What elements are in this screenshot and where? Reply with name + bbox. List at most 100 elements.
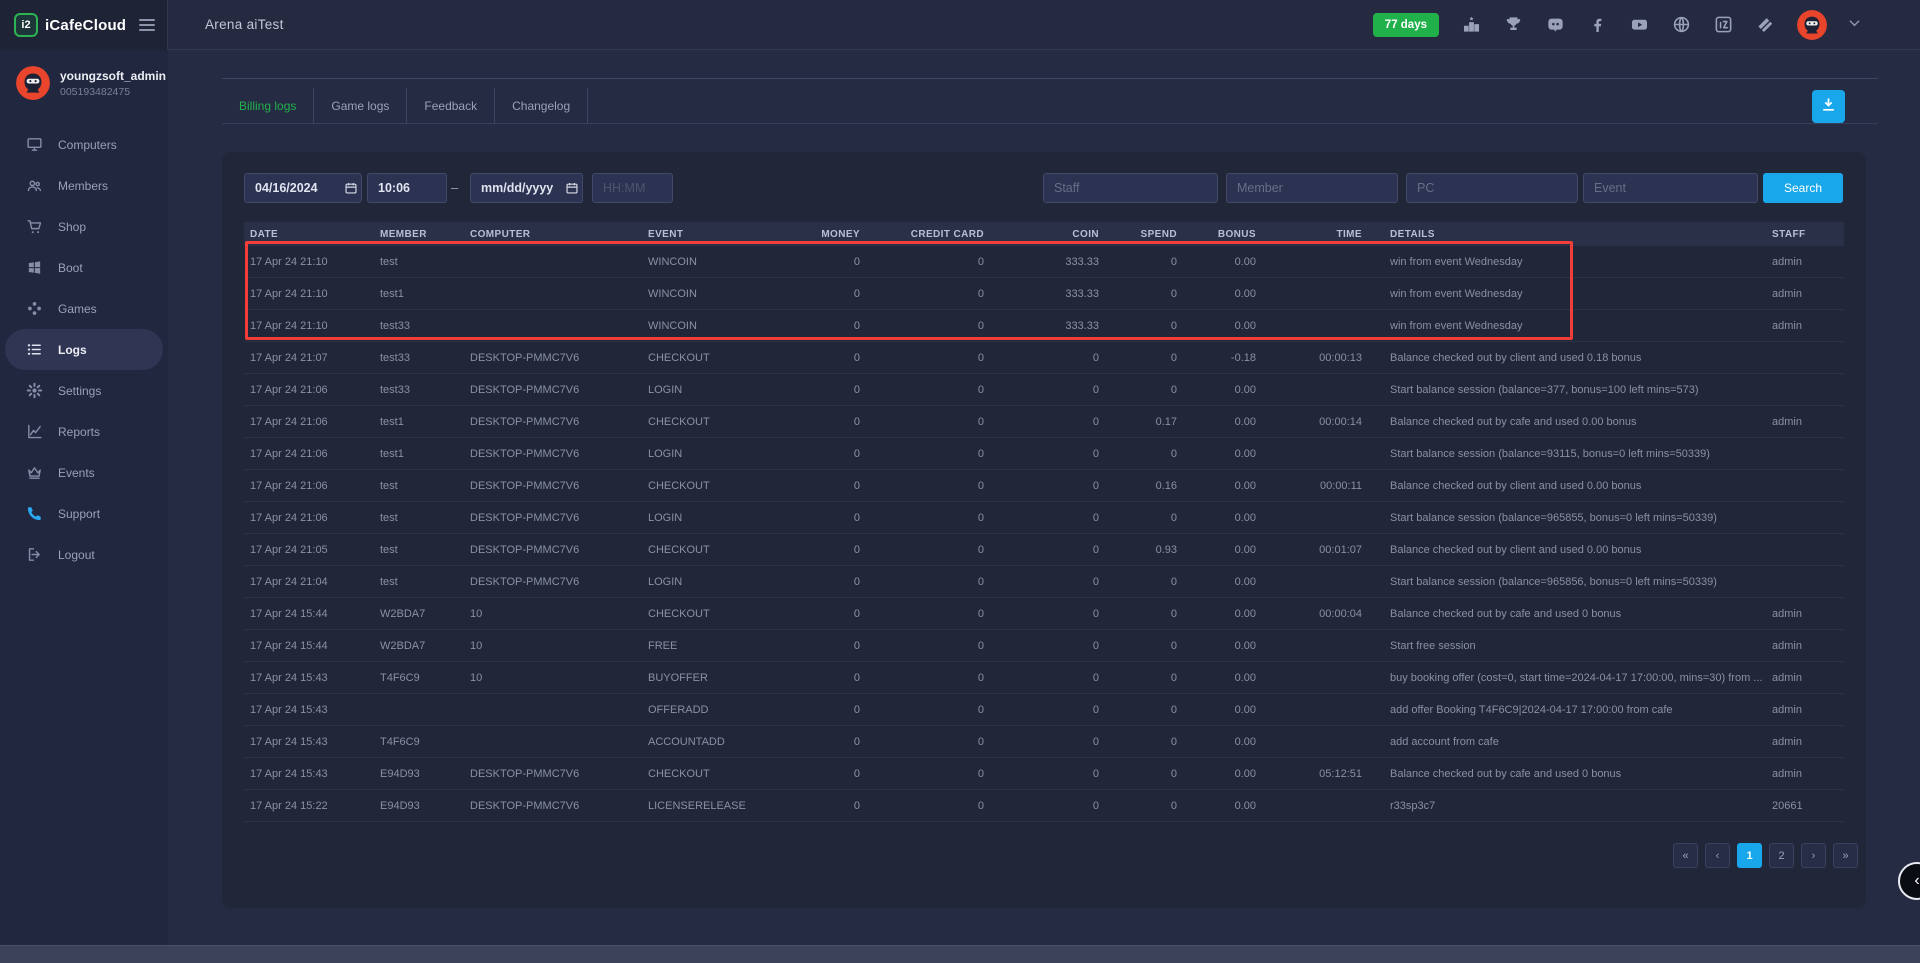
cell-member: test — [380, 544, 470, 556]
cell-coin: 0 — [990, 640, 1105, 652]
discord-icon[interactable] — [1545, 15, 1565, 35]
cell-staff: admin — [1770, 768, 1844, 780]
layers-icon[interactable] — [1755, 15, 1775, 35]
facebook-icon[interactable] — [1587, 15, 1607, 35]
main-content: Billing logsGame logsFeedbackChangelog –… — [168, 50, 1920, 945]
tab-game-logs[interactable]: Game logs — [314, 88, 406, 123]
date-from-input[interactable] — [244, 173, 362, 203]
cell-staff: admin — [1770, 736, 1844, 748]
icafe-logo-icon[interactable] — [1713, 15, 1733, 35]
download-button[interactable] — [1812, 90, 1845, 123]
sidebar-item-label: Events — [58, 466, 95, 480]
cell-computer: DESKTOP-PMMC7V6 — [470, 384, 648, 396]
pagination: « ‹ 12 › » — [1673, 843, 1858, 868]
hamburger-menu-icon[interactable] — [139, 19, 155, 31]
column-header-member: MEMBER — [380, 229, 470, 240]
sidebar-item-label: Computers — [58, 138, 117, 152]
sidebar-item-computers[interactable]: Computers — [0, 124, 168, 165]
range-separator: – — [451, 180, 458, 195]
date-to-input[interactable] — [470, 173, 583, 203]
sidebar-item-settings[interactable]: Settings — [0, 370, 168, 411]
sidebar-item-members[interactable]: Members — [0, 165, 168, 206]
table-row: 17 Apr 24 15:43T4F6C9ACCOUNTADD00000.00a… — [244, 726, 1844, 758]
cell-spend: 0 — [1105, 384, 1183, 396]
table-row: 17 Apr 24 21:05testDESKTOP-PMMC7V6CHECKO… — [244, 534, 1844, 566]
globe-icon[interactable] — [1671, 15, 1691, 35]
cell-creditcard: 0 — [866, 512, 990, 524]
trophy-icon[interactable] — [1503, 15, 1523, 35]
cell-creditcard: 0 — [866, 672, 990, 684]
cell-details: r33sp3c7 — [1368, 800, 1770, 812]
cell-money: 0 — [796, 736, 866, 748]
sidebar-item-label: Games — [58, 302, 97, 316]
pagination-button[interactable]: › — [1801, 843, 1826, 868]
cell-money: 0 — [796, 768, 866, 780]
pagination-page-current[interactable]: 1 — [1737, 843, 1762, 868]
cell-staff: admin — [1770, 288, 1844, 300]
sidebar-item-label: Shop — [58, 220, 86, 234]
username: youngzsoft_admin — [60, 69, 166, 83]
license-days-badge[interactable]: 77 days — [1373, 13, 1439, 37]
horizontal-scrollbar[interactable] — [0, 945, 1920, 963]
user-block: youngzsoft_admin 005193482475 — [0, 50, 168, 110]
time-from-input[interactable] — [367, 173, 447, 203]
cell-details: Start free session — [1368, 640, 1770, 652]
cell-member: test — [380, 576, 470, 588]
cell-date: 17 Apr 24 21:06 — [244, 448, 380, 460]
pagination-button[interactable]: 2 — [1769, 843, 1794, 868]
member-filter-input[interactable] — [1226, 173, 1398, 203]
table-row: 17 Apr 24 21:06testDESKTOP-PMMC7V6LOGIN0… — [244, 502, 1844, 534]
cell-coin: 0 — [990, 448, 1105, 460]
pagination-button[interactable]: « — [1673, 843, 1698, 868]
cell-event: WINCOIN — [648, 256, 796, 268]
tab-feedback[interactable]: Feedback — [407, 88, 494, 123]
header-main: Arena aiTest 77 days — [168, 0, 1920, 49]
staff-filter-input[interactable] — [1043, 173, 1218, 203]
sidebar-item-reports[interactable]: Reports — [0, 411, 168, 452]
cell-member: T4F6C9 — [380, 672, 470, 684]
sidebar-item-logout[interactable]: Logout — [0, 534, 168, 575]
cell-coin: 0 — [990, 704, 1105, 716]
icafecloud-logo-icon: i2 — [14, 13, 38, 37]
cell-computer: DESKTOP-PMMC7V6 — [470, 544, 648, 556]
tab-changelog[interactable]: Changelog — [495, 88, 587, 123]
cell-bonus: 0.00 — [1183, 320, 1262, 332]
cell-staff: admin — [1770, 256, 1844, 268]
sidebar-item-logs[interactable]: Logs — [5, 329, 163, 370]
sidebar-avatar — [16, 66, 50, 100]
user-avatar[interactable] — [1797, 10, 1827, 40]
cell-spend: 0 — [1105, 288, 1183, 300]
sidebar-item-support[interactable]: Support — [0, 493, 168, 534]
pagination-button[interactable]: ‹ — [1705, 843, 1730, 868]
divider — [222, 78, 1878, 79]
divider — [222, 123, 1878, 124]
event-filter-input[interactable] — [1583, 173, 1758, 203]
sidebar-item-shop[interactable]: Shop — [0, 206, 168, 247]
pagination-button[interactable]: » — [1833, 843, 1858, 868]
cell-event: CHECKOUT — [648, 416, 796, 428]
settings-icon — [26, 382, 43, 399]
youtube-icon[interactable] — [1629, 15, 1649, 35]
chevron-down-icon[interactable] — [1849, 19, 1860, 30]
cell-coin: 0 — [990, 384, 1105, 396]
tab-billing-logs[interactable]: Billing logs — [222, 88, 313, 123]
ranking-icon[interactable] — [1461, 15, 1481, 35]
cell-money: 0 — [796, 544, 866, 556]
computers-icon — [26, 136, 43, 153]
sidebar-item-events[interactable]: Events — [0, 452, 168, 493]
cell-computer: DESKTOP-PMMC7V6 — [470, 512, 648, 524]
sidebar-item-boot[interactable]: Boot — [0, 247, 168, 288]
time-to-input[interactable] — [592, 173, 673, 203]
cell-bonus: 0.00 — [1183, 480, 1262, 492]
pc-filter-input[interactable] — [1406, 173, 1578, 203]
cell-time: 00:00:13 — [1262, 352, 1368, 364]
cell-coin: 333.33 — [990, 320, 1105, 332]
cell-bonus: 0.00 — [1183, 416, 1262, 428]
search-button[interactable]: Search — [1763, 173, 1843, 203]
cell-details: Start balance session (balance=377, bonu… — [1368, 384, 1770, 396]
cell-spend: 0 — [1105, 736, 1183, 748]
cell-staff: 20661 — [1770, 800, 1844, 812]
sidebar-item-games[interactable]: Games — [0, 288, 168, 329]
cell-staff: admin — [1770, 672, 1844, 684]
cell-date: 17 Apr 24 21:07 — [244, 352, 380, 364]
